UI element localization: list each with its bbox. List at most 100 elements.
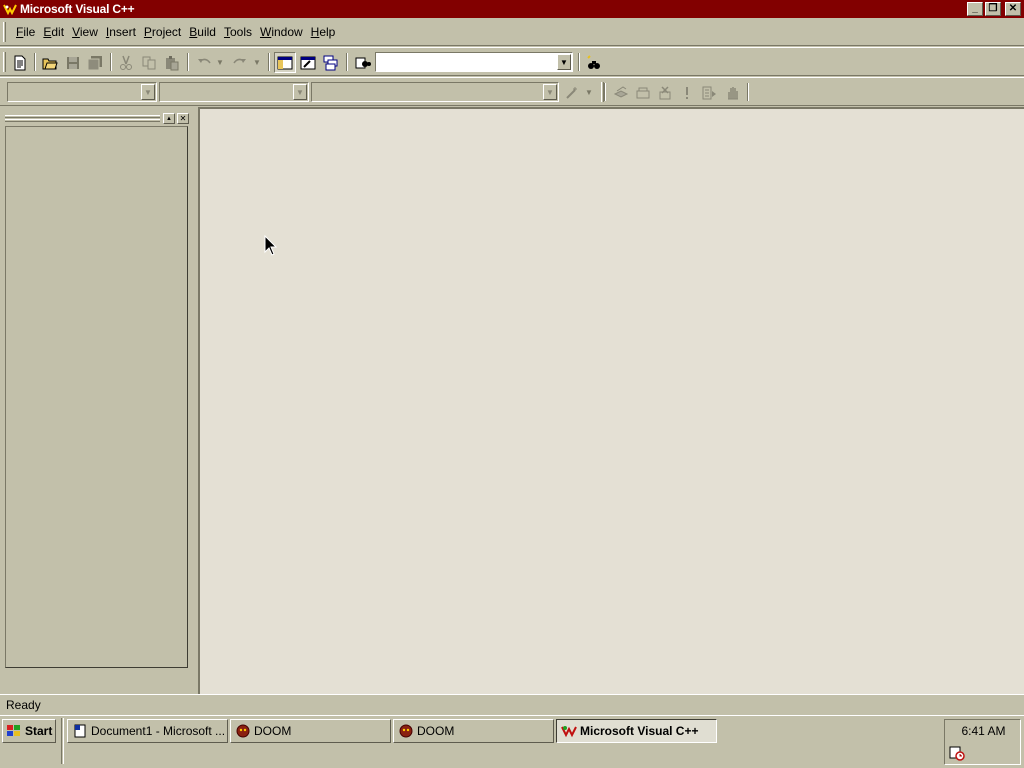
find-button[interactable] xyxy=(583,52,605,73)
scheduler-icon[interactable] xyxy=(949,745,965,761)
undo-button[interactable] xyxy=(193,52,215,73)
mdi-client-area[interactable] xyxy=(198,107,1024,694)
save-button[interactable] xyxy=(62,52,84,73)
build-icon xyxy=(636,87,650,98)
menu-build[interactable]: Build xyxy=(185,22,220,42)
taskbar-button-visual-cpp[interactable]: Microsoft Visual C++ xyxy=(556,719,717,743)
members-combo[interactable]: ▼ xyxy=(311,82,559,102)
taskbar-button-doom-1[interactable]: DOOM xyxy=(230,719,391,743)
stop-build-button[interactable] xyxy=(654,82,676,103)
workspace-toggle-button[interactable] xyxy=(274,52,296,73)
compile-icon xyxy=(613,85,629,98)
paste-button[interactable] xyxy=(161,52,183,73)
find-in-files-button[interactable] xyxy=(352,52,374,73)
title-bar[interactable]: Microsoft Visual C++ _ ❐ ✕ xyxy=(0,0,1024,18)
toolbar-separator xyxy=(187,53,189,71)
toolbar-separator xyxy=(346,53,348,71)
menu-project[interactable]: Project xyxy=(140,22,185,42)
menu-view[interactable]: View xyxy=(68,22,102,42)
undo-icon xyxy=(198,58,211,63)
window-list-button[interactable] xyxy=(320,52,342,73)
members-combo-arrow[interactable]: ▼ xyxy=(543,84,557,100)
start-label: Start xyxy=(25,724,53,738)
menu-file-rest: ile xyxy=(23,25,36,39)
output-window-icon xyxy=(300,56,316,69)
menu-project-accel: P xyxy=(143,25,152,39)
undo-dropdown-arrow[interactable]: ▼ xyxy=(215,52,225,73)
minimize-button[interactable]: _ xyxy=(967,2,983,16)
redo-icon xyxy=(233,58,246,63)
taskbar-button-document1[interactable]: Document1 - Microsoft ... xyxy=(67,719,228,743)
menu-edit-rest: dit xyxy=(51,25,65,39)
taskbar: Start Document1 - Microsoft ... DOOM DOO… xyxy=(0,715,1024,768)
menu-window-accel: W xyxy=(259,25,272,39)
menu-window[interactable]: Window xyxy=(256,22,307,42)
workspace-title-bar[interactable]: ▲ ✕ xyxy=(5,112,190,125)
output-window-button[interactable] xyxy=(297,52,319,73)
toolbar-separator xyxy=(110,53,112,71)
filter-combo-arrow[interactable]: ▼ xyxy=(293,84,307,100)
scissors-icon xyxy=(120,55,132,70)
find-combo[interactable]: ▼ xyxy=(375,52,573,72)
status-bar: Ready xyxy=(0,694,1024,715)
workspace-close-button[interactable]: ✕ xyxy=(177,113,189,124)
restore-up-icon: ▲ xyxy=(166,115,172,122)
copy-button[interactable] xyxy=(138,52,160,73)
find-combo-value xyxy=(376,55,379,69)
new-file-icon xyxy=(14,55,26,70)
taskbar-button-doom-2[interactable]: DOOM xyxy=(393,719,554,743)
open-button[interactable] xyxy=(39,52,61,73)
save-disk-icon xyxy=(67,56,79,69)
window-title: Microsoft Visual C++ xyxy=(20,2,135,16)
doom-icon xyxy=(235,723,251,739)
find-combo-arrow[interactable]: ▼ xyxy=(557,54,571,70)
workspace-grip-line xyxy=(5,115,160,118)
minimize-icon: _ xyxy=(972,3,978,14)
workspace-maximize-button[interactable]: ▲ xyxy=(163,113,175,124)
execute-button[interactable] xyxy=(676,82,698,103)
wizard-action-dropdown[interactable]: ▼ xyxy=(584,82,594,103)
menu-tools[interactable]: Tools xyxy=(220,22,256,42)
windows-logo-icon xyxy=(7,725,20,736)
visual-cpp-icon xyxy=(561,723,577,739)
go-button[interactable] xyxy=(698,82,720,103)
build-button[interactable] xyxy=(632,82,654,103)
insert-breakpoint-button[interactable] xyxy=(722,82,744,103)
taskbar-button-label: DOOM xyxy=(254,724,292,738)
menu-edit[interactable]: Edit xyxy=(39,22,68,42)
class-combo[interactable]: ▼ xyxy=(7,82,157,102)
class-combo-arrow[interactable]: ▼ xyxy=(141,84,155,100)
exclamation-icon xyxy=(686,86,688,99)
redo-button[interactable] xyxy=(229,52,251,73)
stop-build-icon xyxy=(659,85,671,99)
open-folder-icon xyxy=(42,58,58,69)
taskbar-grip[interactable] xyxy=(61,718,64,764)
standard-toolbar-grip[interactable] xyxy=(3,52,6,72)
wizard-action-button[interactable] xyxy=(561,82,583,103)
menu-help[interactable]: Help xyxy=(307,22,340,42)
start-button[interactable]: Start xyxy=(2,719,56,743)
workspace-pane: ▲ ✕ xyxy=(0,107,198,694)
menu-view-accel: V xyxy=(72,25,80,39)
clock[interactable]: 6:41 AM xyxy=(945,724,1022,738)
menu-bar-grip[interactable] xyxy=(3,22,6,42)
save-all-button[interactable] xyxy=(84,52,106,73)
redo-dropdown-arrow[interactable]: ▼ xyxy=(252,52,262,73)
toolbar-separator xyxy=(604,83,606,101)
workspace-view[interactable] xyxy=(5,126,188,668)
new-text-file-button[interactable] xyxy=(9,52,31,73)
compile-button[interactable] xyxy=(610,82,632,103)
menu-file[interactable]: File xyxy=(12,22,39,42)
menu-tools-rest: ools xyxy=(229,25,252,39)
menu-insert-rest: nsert xyxy=(109,25,136,39)
restore-button[interactable]: ❐ xyxy=(985,2,1001,16)
menu-bar: File Edit View Insert Project Build Tool… xyxy=(0,19,1024,46)
cut-button[interactable] xyxy=(115,52,137,73)
menu-insert[interactable]: Insert xyxy=(102,22,140,42)
close-button[interactable]: ✕ xyxy=(1005,2,1021,16)
visual-cpp-app-icon[interactable] xyxy=(3,2,17,16)
find-in-files-icon xyxy=(355,57,371,68)
filter-combo[interactable]: ▼ xyxy=(159,82,309,102)
menu-help-rest: elp xyxy=(319,25,336,39)
restore-icon: ❐ xyxy=(988,3,998,14)
